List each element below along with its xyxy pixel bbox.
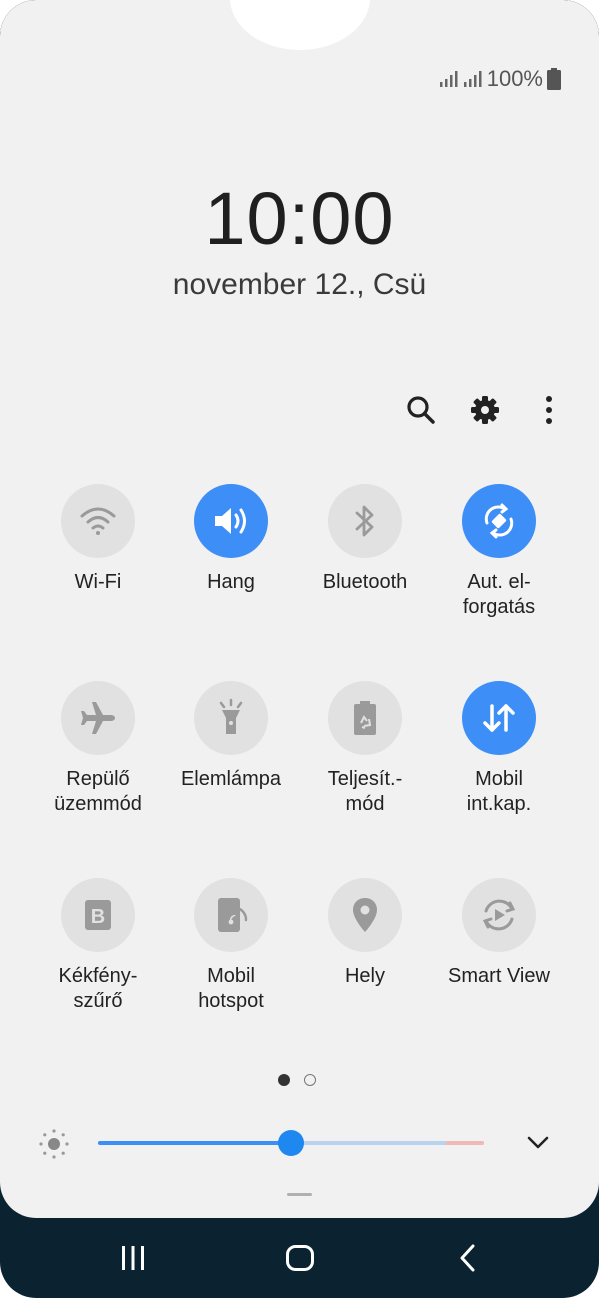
panel-drag-handle[interactable] <box>287 1193 312 1196</box>
tile-flashlight[interactable]: Elemlámpa <box>166 681 296 792</box>
tile-blue-light-filter[interactable]: B Kékfény- szűrő <box>33 878 163 1014</box>
tile-sound[interactable]: Hang <box>166 484 296 595</box>
brightness-slider-overheat-zone <box>446 1141 484 1145</box>
tile-location[interactable]: Hely <box>300 878 430 989</box>
location-icon <box>328 878 402 952</box>
more-options-icon[interactable] <box>529 390 569 430</box>
smart-view-icon <box>462 878 536 952</box>
tile-label: Mobil int.kap. <box>466 768 532 815</box>
clock: 10:00 <box>204 177 395 260</box>
phone-screen: 100% 10:00 november 12., Csü Wi-Fi Hang … <box>0 0 599 1298</box>
hotspot-icon <box>194 878 268 952</box>
page-dot[interactable] <box>304 1074 316 1086</box>
battery-percentage: 100% <box>486 66 543 91</box>
tile-smart-view[interactable]: Smart View <box>434 878 564 989</box>
signal-icon <box>439 70 459 88</box>
blue-light-filter-icon: B <box>61 878 135 952</box>
sound-icon <box>194 484 268 558</box>
tile-label: Kékfény- szűrő <box>58 965 138 1012</box>
tile-label: Teljesít.- mód <box>327 768 403 815</box>
search-icon[interactable] <box>401 390 441 430</box>
tile-wifi[interactable]: Wi-Fi <box>33 484 163 595</box>
tile-airplane-mode[interactable]: Repülő üzemmód <box>33 681 163 817</box>
tile-label: Wi-Fi <box>74 571 122 593</box>
back-icon[interactable] <box>448 1238 488 1278</box>
tile-bluetooth[interactable]: Bluetooth <box>300 484 430 595</box>
auto-rotate-icon <box>462 484 536 558</box>
tile-auto-rotate[interactable]: Aut. el- forgatás <box>434 484 564 620</box>
tile-label: Smart View <box>448 965 550 987</box>
panel-toolbar <box>401 390 569 430</box>
tile-label: Aut. el- forgatás <box>462 571 536 618</box>
chevron-down-icon[interactable] <box>526 1132 550 1157</box>
brightness-bar <box>38 1120 563 1166</box>
page-indicator <box>278 1074 316 1086</box>
tile-label: Bluetooth <box>322 571 408 593</box>
tile-mobile-data[interactable]: Mobil int.kap. <box>434 681 564 817</box>
tile-label: Hely <box>344 965 385 987</box>
camera-notch <box>230 0 370 50</box>
navigation-bar <box>0 1218 599 1298</box>
brightness-slider-thumb[interactable] <box>278 1130 304 1156</box>
recents-icon[interactable] <box>113 1238 153 1278</box>
settings-icon[interactable] <box>465 390 505 430</box>
page-dot-active[interactable] <box>278 1074 290 1086</box>
battery-icon <box>547 68 561 90</box>
mobile-data-icon <box>462 681 536 755</box>
wifi-icon <box>61 484 135 558</box>
date: november 12., Csü <box>172 268 427 301</box>
tile-label: Repülő üzemmód <box>54 768 142 815</box>
tile-power-mode[interactable]: Teljesít.- mód <box>300 681 430 817</box>
signal-icon <box>463 70 483 88</box>
power-mode-icon <box>328 681 402 755</box>
brightness-slider-fill <box>98 1141 291 1145</box>
flashlight-icon <box>194 681 268 755</box>
quick-settings-panel: 100% 10:00 november 12., Csü Wi-Fi Hang … <box>0 0 599 1218</box>
tile-hotspot[interactable]: Mobil hotspot <box>166 878 296 1014</box>
brightness-icon <box>38 1128 70 1165</box>
tile-label: Mobil hotspot <box>198 965 264 1012</box>
tile-label: Hang <box>207 571 255 593</box>
home-icon[interactable] <box>280 1238 320 1278</box>
tile-label: Elemlámpa <box>180 768 282 790</box>
airplane-icon <box>61 681 135 755</box>
svg-text:B: B <box>91 906 105 928</box>
bluetooth-icon <box>328 484 402 558</box>
status-bar: 100% <box>439 66 561 92</box>
